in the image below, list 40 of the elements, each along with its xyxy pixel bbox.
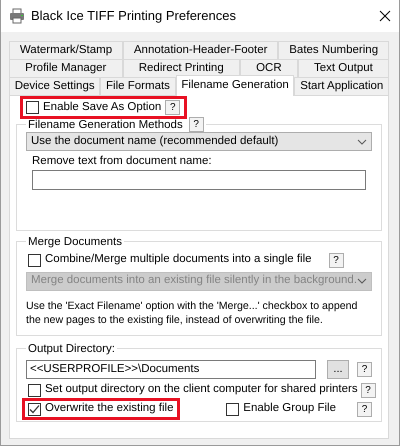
group-label: Merge Documents [28,234,122,249]
printer-icon [9,8,25,24]
tab[interactable]: Filename Generation [176,75,294,96]
group-label: Output Directory: [28,342,115,356]
help-button[interactable]: ? [188,117,204,132]
text-field[interactable] [32,170,366,190]
group-label: Filename Generation Methods [28,118,183,132]
field-label: Remove text from document name: [32,155,213,169]
checkbox[interactable] [28,254,41,267]
close-icon[interactable] [379,10,391,22]
help-button[interactable]: ? [357,362,372,377]
tab[interactable]: Watermark/Stamp [9,41,123,59]
browse-button[interactable]: ... [327,360,349,379]
checkbox-label[interactable]: Overwrite the existing file [45,402,174,416]
checkbox-label[interactable]: Set output directory on the client computer for shared printers [45,383,358,398]
tab[interactable]: Annotation-Header-Footer [123,41,278,59]
tab[interactable]: Device Settings [9,77,100,95]
checkbox[interactable] [26,101,39,114]
checkbox-label[interactable]: Enable Group File [243,402,336,416]
chevron-icon [357,138,367,144]
tab[interactable]: Bates Numbering [278,41,389,59]
checkbox-label[interactable]: Combine/Merge multiple documents into a single file [45,253,312,268]
note-text: Use the 'Exact Filename' option with the 'Merge...' checkbox to append the new pages to the existing file, instead of overwriting the file. [26,298,358,327]
help-button[interactable]: ? [165,100,180,115]
help-button[interactable]: ? [357,402,372,417]
window-title: Black Ice TIFF Printing Preferences [31,8,237,24]
tab[interactable]: Start Application [294,77,390,95]
checkbox[interactable] [226,402,240,416]
tab[interactable]: File Formats [100,77,176,95]
help-button[interactable]: ? [328,252,344,268]
checkbox-label[interactable]: Enable Save As Option [43,100,162,114]
dropdown[interactable]: Use the document name (recommended default) [26,132,372,151]
checkbox[interactable] [28,384,41,397]
checkbox[interactable] [28,402,41,416]
help-button[interactable]: ? [360,382,376,398]
tab[interactable]: Redirect Printing [122,59,240,77]
tab[interactable]: Profile Manager [9,59,123,77]
tab[interactable]: Text Output [298,59,390,77]
chevron-icon [357,278,367,284]
path-field[interactable]: <<USERPROFILE>>\Documents [26,360,316,379]
